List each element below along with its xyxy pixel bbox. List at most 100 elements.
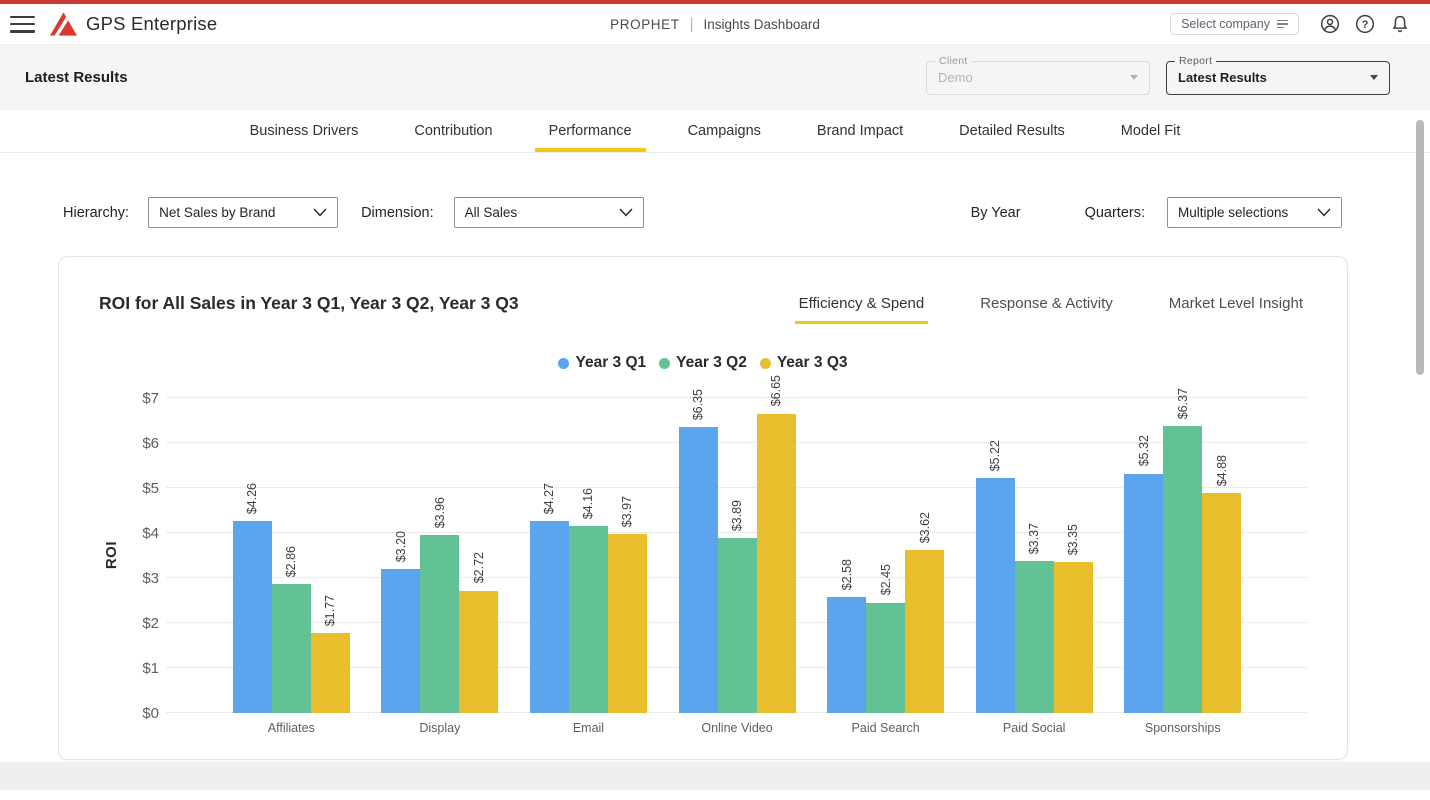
header-actions: Select company ?: [1170, 13, 1410, 35]
bar-value-label: $5.22: [988, 440, 1002, 471]
select-company-label: Select company: [1181, 17, 1270, 31]
y-axis-title: ROI: [103, 541, 120, 569]
bar-sponsorships-year-3-q3[interactable]: [1202, 493, 1241, 713]
client-select-value: Demo: [938, 70, 973, 85]
select-company-button[interactable]: Select company: [1170, 13, 1299, 35]
chevron-down-icon: [313, 208, 327, 217]
bar-paid-social-year-3-q2[interactable]: [1015, 561, 1054, 713]
legend-label: Year 3 Q3: [777, 354, 848, 372]
legend-dot-icon: [659, 358, 670, 369]
subtab-efficiency-spend[interactable]: Efficiency & Spend: [795, 293, 929, 324]
main-content: Business Drivers Contribution Performance C…: [0, 110, 1430, 790]
bar-paid-search-year-3-q3[interactable]: [905, 550, 944, 713]
bar-online-video-year-3-q1[interactable]: [679, 427, 718, 713]
chart-legend: Year 3 Q1 Year 3 Q2 Year 3 Q3: [99, 354, 1307, 372]
legend-item-year-3-q1[interactable]: Year 3 Q1: [558, 354, 646, 372]
bar-display-year-3-q3[interactable]: [459, 591, 498, 713]
page-bar: Latest Results Client Demo Report Latest…: [0, 45, 1430, 110]
client-select-label: Client: [935, 55, 972, 67]
scrollbar-thumb[interactable]: [1416, 120, 1424, 375]
bar-online-video-year-3-q2[interactable]: [718, 538, 757, 713]
bar-value-label: $6.35: [691, 389, 705, 420]
subtab-response-activity[interactable]: Response & Activity: [976, 293, 1117, 324]
bar-col: $4.16: [569, 398, 608, 713]
bar-affiliates-year-3-q3[interactable]: [311, 633, 350, 713]
bar-paid-social-year-3-q3[interactable]: [1054, 562, 1093, 713]
hamburger-menu-icon[interactable]: [10, 16, 35, 33]
bar-value-label: $6.37: [1176, 388, 1190, 419]
tab-business-drivers[interactable]: Business Drivers: [236, 110, 373, 152]
chart-subtabs: Efficiency & Spend Response & Activity Mar…: [747, 293, 1307, 324]
bar-chart: ROI $0$1$2$3$4$5$6$7 $4.26$2.86$1.77$3.2…: [99, 398, 1307, 735]
bar-value-label: $4.26: [245, 483, 259, 514]
tab-contribution[interactable]: Contribution: [400, 110, 506, 152]
bar-paid-social-year-3-q1[interactable]: [976, 478, 1015, 713]
x-axis-label-paid-search: Paid Search: [811, 717, 960, 735]
bar-value-label: $5.32: [1137, 435, 1151, 466]
report-select-value: Latest Results: [1178, 70, 1267, 85]
help-icon[interactable]: ?: [1355, 14, 1375, 34]
client-select[interactable]: Client Demo: [926, 61, 1150, 95]
y-tick: $5: [142, 480, 159, 497]
y-tick: $6: [142, 435, 159, 452]
report-select-label: Report: [1175, 55, 1216, 67]
bar-affiliates-year-3-q1[interactable]: [233, 521, 272, 713]
bar-sponsorships-year-3-q1[interactable]: [1124, 474, 1163, 713]
tab-model-fit[interactable]: Model Fit: [1107, 110, 1195, 152]
bar-col: $3.35: [1054, 398, 1093, 713]
tab-campaigns[interactable]: Campaigns: [674, 110, 775, 152]
bar-col: $4.27: [530, 398, 569, 713]
account-icon[interactable]: [1320, 14, 1340, 34]
caret-down-icon: [1370, 75, 1378, 80]
bell-icon[interactable]: [1390, 14, 1410, 34]
bar-email-year-3-q2[interactable]: [569, 526, 608, 713]
page-title: Latest Results: [25, 69, 128, 86]
bar-display-year-3-q1[interactable]: [381, 569, 420, 713]
hierarchy-dropdown[interactable]: Net Sales by Brand: [148, 197, 338, 228]
chart-title: ROI for All Sales in Year 3 Q1, Year 3 Q…: [99, 293, 519, 314]
y-tick: $7: [142, 390, 159, 407]
subtab-market-level-insight[interactable]: Market Level Insight: [1165, 293, 1307, 324]
tab-performance[interactable]: Performance: [535, 110, 646, 152]
bar-group-email: $4.27$4.16$3.97: [514, 398, 663, 713]
bar-email-year-3-q1[interactable]: [530, 521, 569, 713]
dimension-dropdown[interactable]: All Sales: [454, 197, 644, 228]
legend-item-year-3-q3[interactable]: Year 3 Q3: [760, 354, 848, 372]
bar-online-video-year-3-q3[interactable]: [757, 414, 796, 713]
report-select[interactable]: Report Latest Results: [1166, 61, 1390, 95]
x-axis-label-display: Display: [366, 717, 515, 735]
quarters-dropdown[interactable]: Multiple selections: [1167, 197, 1342, 228]
tab-detailed-results[interactable]: Detailed Results: [945, 110, 1079, 152]
bar-paid-search-year-3-q2[interactable]: [866, 603, 905, 713]
bar-value-label: $4.27: [542, 483, 556, 514]
legend-dot-icon: [760, 358, 771, 369]
bar-email-year-3-q3[interactable]: [608, 534, 647, 713]
bar-paid-search-year-3-q1[interactable]: [827, 597, 866, 713]
y-axis-title-wrap: ROI: [99, 398, 123, 713]
brand-triangle-logo-icon: [50, 12, 77, 36]
page-bar-selects: Client Demo Report Latest Results: [926, 61, 1390, 95]
x-axis-label-sponsorships: Sponsorships: [1108, 717, 1257, 735]
bar-value-label: $6.65: [769, 375, 783, 406]
chart-xlabels: AffiliatesDisplayEmailOnline VideoPaid S…: [167, 713, 1307, 735]
title-divider: |: [690, 16, 694, 33]
tab-brand-impact[interactable]: Brand Impact: [803, 110, 917, 152]
x-axis-label-paid-social: Paid Social: [960, 717, 1109, 735]
svg-text:?: ?: [1362, 19, 1369, 31]
bar-sponsorships-year-3-q2[interactable]: [1163, 426, 1202, 713]
bar-col: $5.22: [976, 398, 1015, 713]
bar-group-paid-search: $2.58$2.45$3.62: [811, 398, 960, 713]
bar-affiliates-year-3-q2[interactable]: [272, 584, 311, 713]
by-year-toggle[interactable]: By Year: [971, 205, 1021, 221]
legend-item-year-3-q2[interactable]: Year 3 Q2: [659, 354, 747, 372]
bar-col: $4.88: [1202, 398, 1241, 713]
brand-name: GPS Enterprise: [86, 13, 217, 35]
chevron-down-icon: [619, 208, 633, 217]
bar-value-label: $3.37: [1027, 523, 1041, 554]
quarters-label: Quarters:: [1085, 205, 1145, 221]
bar-display-year-3-q2[interactable]: [420, 535, 459, 713]
hierarchy-label: Hierarchy:: [63, 205, 129, 221]
bar-col: $2.72: [459, 398, 498, 713]
hierarchy-dropdown-value: Net Sales by Brand: [159, 205, 275, 220]
bar-value-label: $3.62: [918, 512, 932, 543]
